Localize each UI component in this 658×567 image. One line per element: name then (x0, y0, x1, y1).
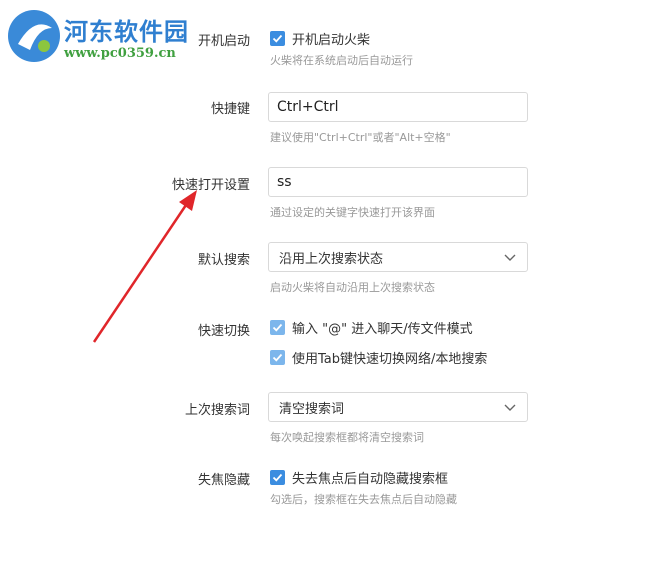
watermark-site-name: 河东软件园 (64, 17, 189, 46)
hotkey-input[interactable]: Ctrl+Ctrl (268, 92, 528, 122)
watermark-url: www.pc0359.cn (64, 46, 176, 61)
autostart-checkbox-label: 开机启动火柴 (292, 33, 371, 48)
quick-switch-option-tab-label: 使用Tab键快速切换网络/本地搜索 (292, 352, 488, 367)
blur-hide-label: 失焦隐藏 (197, 473, 250, 488)
checkbox-checked-icon[interactable] (270, 320, 285, 335)
watermark-logo: 河东软件园 www.pc0359.cn (0, 0, 210, 72)
default-search-hint: 启动火柴将自动沿用上次搜索状态 (270, 281, 435, 294)
hotkey-label: 快捷键 (210, 102, 250, 117)
chevron-down-icon (504, 254, 516, 261)
logo-icon (8, 10, 60, 62)
checkbox-checked-icon[interactable] (270, 350, 285, 365)
last-search-value: 清空搜索词 (279, 401, 345, 417)
last-search-select[interactable]: 清空搜索词 (268, 392, 528, 422)
last-search-hint: 每次唤起搜索框都将清空搜索词 (270, 431, 424, 444)
blur-hide-checkbox-label: 失去焦点后自动隐藏搜索框 (292, 472, 449, 487)
quick-open-input[interactable]: ss (268, 167, 528, 197)
chevron-down-icon (504, 404, 516, 411)
default-search-label: 默认搜索 (197, 253, 250, 268)
default-search-select[interactable]: 沿用上次搜索状态 (268, 242, 528, 272)
quick-switch-option-at-label: 输入 "@" 进入聊天/传文件模式 (292, 322, 473, 337)
quick-open-hint: 通过设定的关键字快速打开该界面 (270, 206, 435, 219)
checkbox-checked-icon[interactable] (270, 470, 285, 485)
checkbox-checked-icon[interactable] (270, 31, 285, 46)
default-search-value: 沿用上次搜索状态 (279, 251, 384, 267)
last-search-label: 上次搜索词 (184, 403, 250, 418)
autostart-checkbox[interactable]: 开机启动火柴 (270, 29, 370, 48)
blur-hide-hint: 勾选后，搜索框在失去焦点后自动隐藏 (270, 493, 457, 506)
hotkey-hint: 建议使用"Ctrl+Ctrl"或者"Alt+空格" (270, 131, 451, 144)
quick-switch-label: 快速切换 (197, 324, 250, 339)
quick-switch-option-at[interactable]: 输入 "@" 进入聊天/传文件模式 (270, 318, 473, 337)
blur-hide-checkbox[interactable]: 失去焦点后自动隐藏搜索框 (270, 468, 448, 487)
quick-open-label: 快速打开设置 (171, 178, 250, 193)
autostart-label: 开机启动 (197, 34, 250, 49)
quick-switch-option-tab[interactable]: 使用Tab键快速切换网络/本地搜索 (270, 348, 487, 367)
autostart-hint: 火柴将在系统启动后自动运行 (270, 54, 413, 67)
